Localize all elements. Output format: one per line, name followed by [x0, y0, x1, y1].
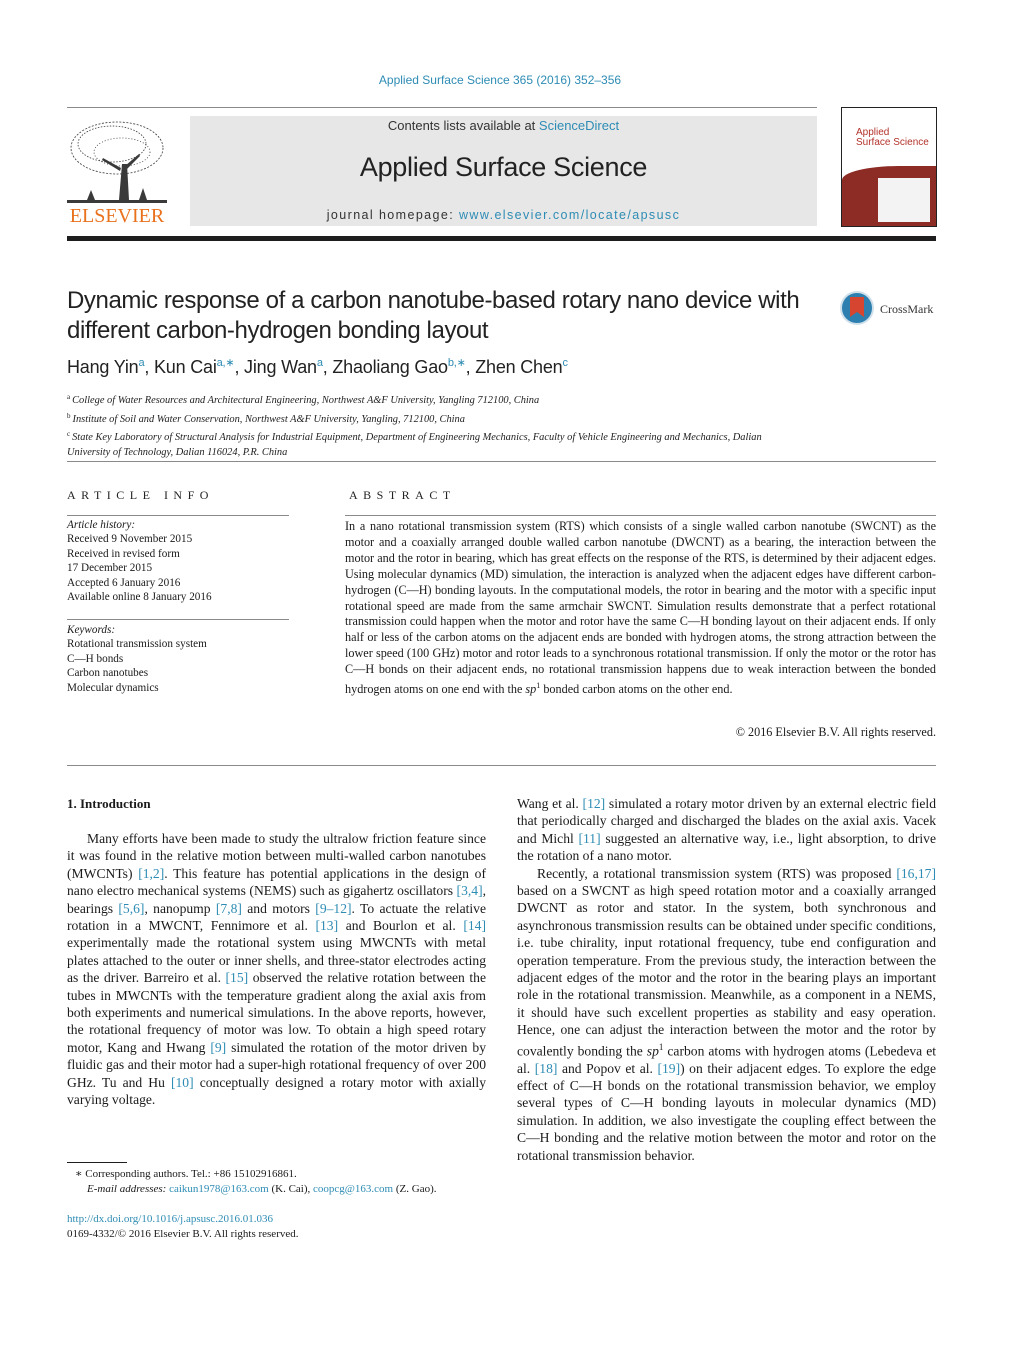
keywords: Keywords: Rotational transmission system…: [67, 623, 207, 695]
article-info-heading: ARTICLE INFO: [67, 488, 214, 502]
journal-name: Applied Surface Science: [359, 152, 648, 182]
divider: [345, 515, 936, 516]
affiliation: a College of Water Resources and Architec…: [67, 393, 540, 406]
history-item: Received 9 November 2015: [67, 533, 193, 546]
crossmark-badge[interactable]: CrossMark: [840, 291, 940, 329]
affiliation: c State Key Laboratory of Structural Anal…: [67, 430, 762, 458]
issn-copyright: 0169-4332/© 2016 Elsevier B.V. All right…: [67, 1227, 299, 1240]
keyword: Carbon nanotubes: [67, 667, 149, 680]
citation-link[interactable]: [3,4]: [457, 883, 483, 898]
superscript: 1: [658, 1041, 664, 1052]
footnote-rule: [67, 1162, 127, 1163]
citation-link[interactable]: [16,17]: [896, 866, 936, 881]
sciencedirect-link[interactable]: ScienceDirect: [539, 118, 619, 133]
author[interactable]: Zhaoliang Gaob,∗: [332, 357, 465, 377]
header-rule: [67, 107, 817, 108]
contents-line: Contents lists available at ScienceDirec…: [190, 118, 817, 133]
citation-link[interactable]: [1,2]: [138, 866, 164, 881]
author[interactable]: Kun Caia,∗: [154, 357, 235, 377]
citation-link[interactable]: [18]: [535, 1061, 558, 1076]
paragraph: Wang et al. [12] simulated a rotary moto…: [517, 796, 936, 864]
journal-cover-thumbnail[interactable]: Applied Surface Science: [841, 107, 937, 227]
author-list: Hang Yina, Kun Caia,∗, Jing Wana, Zhaoli…: [67, 357, 568, 377]
section-heading-introduction: 1. Introduction: [67, 796, 151, 811]
email-link[interactable]: coopcg@163.com: [313, 1183, 393, 1195]
keywords-label: Keywords:: [67, 624, 116, 636]
citation-link[interactable]: [19]: [657, 1061, 680, 1076]
abstract-heading: ABSTRACT: [349, 488, 456, 502]
citation-link[interactable]: [11]: [578, 831, 600, 846]
doi-block: http://dx.doi.org/10.1016/j.apsusc.2016.…: [67, 1212, 299, 1241]
crossmark-label: CrossMark: [880, 302, 934, 316]
history-item: Accepted 6 January 2016: [67, 576, 181, 589]
history-item: Available online 8 January 2016: [67, 591, 212, 604]
abstract-copyright: © 2016 Elsevier B.V. All rights reserved…: [735, 725, 936, 739]
keyword: C—H bonds: [67, 652, 124, 665]
citation-link[interactable]: [15]: [226, 970, 249, 985]
citation-link[interactable]: [9–12]: [315, 901, 351, 916]
author[interactable]: Hang Yina: [67, 357, 145, 377]
header-thick-rule: [67, 236, 936, 241]
cover-figure: [878, 178, 930, 222]
homepage-prefix: journal homepage:: [326, 208, 459, 222]
homepage-line: journal homepage: www.elsevier.com/locat…: [190, 208, 817, 222]
affiliations: a College of Water Resources and Architec…: [67, 390, 787, 460]
keyword: Molecular dynamics: [67, 681, 159, 694]
cover-title: Applied Surface Science: [856, 128, 929, 148]
divider: [67, 619, 289, 620]
corresponding-authors: ∗ Corresponding authors. Tel.: +86 15102…: [75, 1168, 297, 1180]
email-link[interactable]: caikun1978@163.com: [169, 1183, 269, 1195]
elsevier-logo[interactable]: ELSEVIER: [67, 116, 167, 228]
homepage-link[interactable]: www.elsevier.com/locate/apsusc: [459, 208, 680, 222]
history-label: Article history:: [67, 519, 136, 531]
abstract-text: In a nano rotational transmission system…: [345, 519, 936, 697]
paragraph: Many efforts have been made to study the…: [67, 831, 486, 1108]
journal-citation[interactable]: Applied Surface Science 365 (2016) 352–3…: [0, 73, 1000, 87]
italic-term: sp: [646, 1043, 659, 1059]
citation-link[interactable]: [9]: [210, 1040, 226, 1055]
keyword: Rotational transmission system: [67, 638, 207, 651]
corresponding-author-footnote: ∗ Corresponding authors. Tel.: +86 15102…: [67, 1167, 437, 1196]
citation-link[interactable]: [14]: [463, 918, 486, 933]
citation-link[interactable]: [13]: [315, 918, 338, 933]
citation-link[interactable]: [12]: [583, 796, 606, 811]
contents-prefix: Contents lists available at: [387, 118, 539, 133]
body-left-column: Many efforts have been made to study the…: [67, 830, 486, 1109]
paragraph: Recently, a rotational transmission syst…: [517, 865, 937, 1163]
citation-link[interactable]: [10]: [171, 1075, 194, 1090]
history-item: 17 December 2015: [67, 562, 153, 575]
author[interactable]: Jing Wana: [244, 357, 323, 377]
divider: [67, 461, 936, 462]
journal-banner: Contents lists available at ScienceDirec…: [190, 116, 817, 226]
author[interactable]: Zhen Chenc: [475, 357, 568, 377]
affiliation: b Institute of Soil and Water Conservatio…: [67, 411, 465, 425]
article-history: Article history: Received 9 November 201…: [67, 518, 212, 604]
body-right-column: Wang et al. [12] simulated a rotary moto…: [517, 795, 936, 1164]
tree-icon: [67, 121, 167, 203]
divider: [67, 765, 936, 766]
elsevier-wordmark: ELSEVIER: [69, 205, 165, 227]
doi-link[interactable]: http://dx.doi.org/10.1016/j.apsusc.2016.…: [67, 1212, 299, 1227]
cover-title-line2: Surface Science: [856, 137, 929, 148]
email-addresses: E-mail addresses: caikun1978@163.com (K.…: [87, 1182, 437, 1195]
divider: [67, 515, 289, 516]
citation-link[interactable]: [5,6]: [118, 901, 144, 916]
history-item: Received in revised form: [67, 547, 180, 560]
citation-link[interactable]: [7,8]: [216, 901, 242, 916]
article-title: Dynamic response of a carbon nanotube-ba…: [67, 287, 800, 344]
